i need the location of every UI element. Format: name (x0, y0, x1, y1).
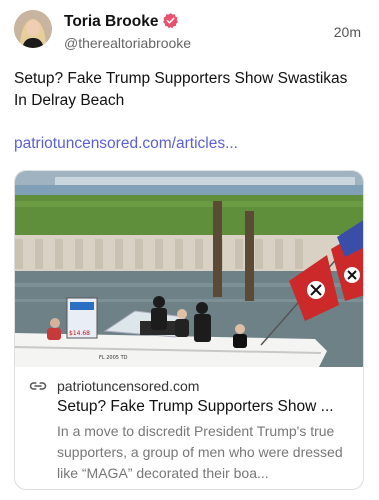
post-header: Toria Brooke @therealtoriabrooke 20m (14, 10, 365, 54)
author-name-text[interactable]: Toria Brooke (64, 13, 158, 30)
link-chain-icon (29, 382, 47, 390)
boat-registration-text: FL 2005 TD (99, 355, 128, 361)
card-image[interactable]: $14.68 FL 2005 TD (15, 171, 363, 367)
sign-price-text: $14.68 (69, 330, 90, 337)
post-link[interactable]: patriotuncensored.com/articles... (14, 134, 238, 154)
post-text: Setup? Fake Trump Supporters Show Swasti… (14, 70, 348, 109)
link-preview-card[interactable]: $14.68 FL 2005 TD patriotuncensored.com … (14, 170, 364, 490)
verified-badge-icon (163, 13, 179, 29)
author-handle[interactable]: @therealtoriabrooke (64, 35, 191, 51)
avatar[interactable] (14, 10, 52, 48)
author-name[interactable]: Toria Brooke (64, 12, 179, 31)
card-description: In a move to discredit President Trump's… (57, 423, 343, 481)
card-title[interactable]: Setup? Fake Trump Supporters Show ... (57, 397, 357, 417)
card-domain[interactable]: patriotuncensored.com (57, 377, 199, 395)
post-timestamp: 20m (333, 24, 361, 40)
social-post: Toria Brooke @therealtoriabrooke 20m Set… (0, 0, 379, 500)
